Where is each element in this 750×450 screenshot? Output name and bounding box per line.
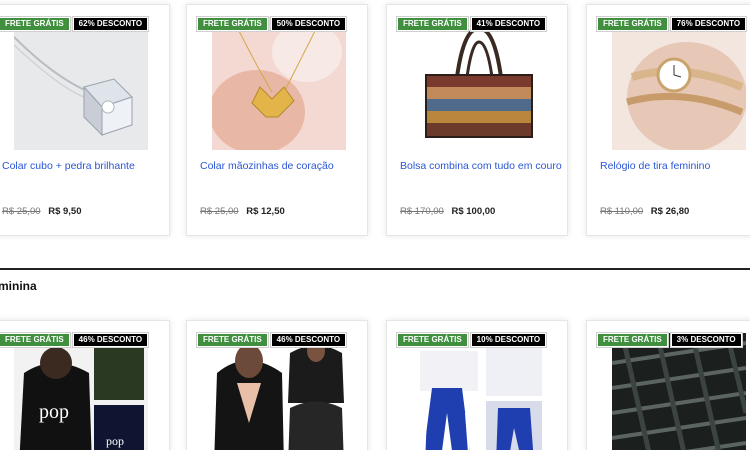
svg-text:pop: pop xyxy=(39,401,69,423)
badge-group: FRETE GRÁTIS 46% DESCONTO xyxy=(196,332,348,348)
price-block: R$ 25,00 R$ 12,50 xyxy=(200,206,285,217)
product-image[interactable] xyxy=(14,17,148,150)
free-shipping-badge: FRETE GRÁTIS xyxy=(196,16,269,32)
product-title-link[interactable]: Colar cubo + pedra brilhante xyxy=(2,160,167,172)
product-image[interactable] xyxy=(212,17,346,150)
price-block: R$ 110,00 R$ 26,80 xyxy=(600,206,689,217)
badge-group: FRETE GRÁTIS 62% DESCONTO xyxy=(0,16,150,32)
product-image[interactable] xyxy=(412,17,546,150)
old-price: R$ 25,00 xyxy=(2,206,41,217)
free-shipping-badge: FRETE GRÁTIS xyxy=(596,332,669,348)
discount-badge: 3% DESCONTO xyxy=(669,332,743,348)
discount-badge: 46% DESCONTO xyxy=(269,332,348,348)
product-title-link[interactable]: Colar mãozinhas de coração xyxy=(200,160,365,172)
product-image[interactable] xyxy=(612,333,746,450)
old-price: R$ 170,00 xyxy=(400,206,444,217)
price-block: R$ 170,00 R$ 100,00 xyxy=(400,206,495,217)
badge-group: FRETE GRÁTIS 46% DESCONTO xyxy=(0,332,150,348)
discount-badge: 46% DESCONTO xyxy=(71,332,150,348)
free-shipping-badge: FRETE GRÁTIS xyxy=(0,16,71,32)
product-card[interactable]: FRETE GRÁTIS 46% DESCONTO xyxy=(186,320,368,450)
product-image[interactable]: pop pop xyxy=(14,333,148,450)
discount-badge: 10% DESCONTO xyxy=(469,332,548,348)
product-title-link[interactable]: Bolsa combina com tudo em couro xyxy=(400,160,565,172)
badge-group: FRETE GRÁTIS 76% DESCONTO xyxy=(596,16,748,32)
free-shipping-badge: FRETE GRÁTIS xyxy=(596,16,669,32)
old-price: R$ 25,00 xyxy=(200,206,239,217)
product-title-link[interactable]: Relógio de tira feminino xyxy=(600,160,750,172)
product-card[interactable]: FRETE GRÁTIS 41% DESCONTO Bolsa combina … xyxy=(386,4,568,236)
old-price: R$ 110,00 xyxy=(600,206,644,217)
product-card[interactable]: FRETE GRÁTIS 3% DESCONTO xyxy=(586,320,750,450)
sale-price: R$ 9,50 xyxy=(48,206,82,217)
badge-group: FRETE GRÁTIS 10% DESCONTO xyxy=(396,332,548,348)
sale-price: R$ 12,50 xyxy=(246,206,285,217)
badge-group: FRETE GRÁTIS 41% DESCONTO xyxy=(396,16,548,32)
free-shipping-badge: FRETE GRÁTIS xyxy=(0,332,71,348)
free-shipping-badge: FRETE GRÁTIS xyxy=(396,16,469,32)
section-divider xyxy=(0,268,750,270)
sale-price: R$ 26,80 xyxy=(650,206,690,217)
product-card[interactable]: FRETE GRÁTIS 62% DESCONTO Colar cubo + p… xyxy=(0,4,170,236)
product-card[interactable]: FRETE GRÁTIS 46% DESCONTO pop pop xyxy=(0,320,170,450)
product-grid-page: FRETE GRÁTIS 62% DESCONTO Colar cubo + p… xyxy=(0,0,750,450)
product-card[interactable]: FRETE GRÁTIS 10% DESCONTO xyxy=(386,320,568,450)
product-image[interactable] xyxy=(412,333,546,450)
product-image[interactable] xyxy=(612,17,746,150)
svg-text:pop: pop xyxy=(106,434,124,448)
discount-badge: 62% DESCONTO xyxy=(71,16,150,32)
free-shipping-badge: FRETE GRÁTIS xyxy=(196,332,269,348)
badge-group: FRETE GRÁTIS 3% DESCONTO xyxy=(596,332,743,348)
product-card[interactable]: FRETE GRÁTIS 50% DESCONTO Colar mãozinha… xyxy=(186,4,368,236)
product-card[interactable]: FRETE GRÁTIS 76% DESCONTO Relógio de tir… xyxy=(586,4,750,236)
discount-badge: 76% DESCONTO xyxy=(669,16,748,32)
free-shipping-badge: FRETE GRÁTIS xyxy=(396,332,469,348)
discount-badge: 50% DESCONTO xyxy=(269,16,348,32)
section-title: minina xyxy=(0,279,37,293)
price-block: R$ 25,00 R$ 9,50 xyxy=(2,206,81,217)
sale-price: R$ 100,00 xyxy=(451,206,496,217)
discount-badge: 41% DESCONTO xyxy=(469,16,548,32)
product-image[interactable] xyxy=(212,333,346,450)
badge-group: FRETE GRÁTIS 50% DESCONTO xyxy=(196,16,348,32)
